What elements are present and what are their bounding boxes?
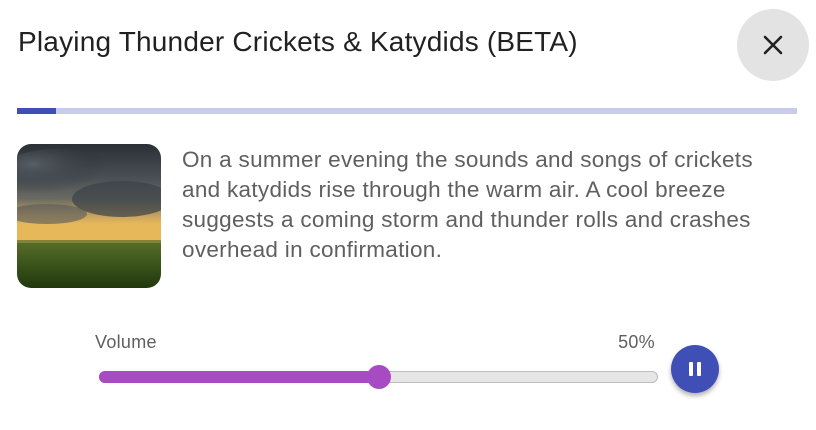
sound-player-dialog: Playing Thunder Crickets & Katydids (BET… (0, 0, 816, 430)
track-description: On a summer evening the sounds and songs… (182, 147, 753, 262)
close-icon (763, 35, 783, 55)
pause-icon (689, 362, 701, 376)
close-button[interactable] (737, 9, 809, 81)
playback-progress-fill (17, 108, 56, 114)
volume-slider-handle[interactable] (366, 365, 391, 389)
track-thumbnail (17, 144, 161, 288)
dialog-title: Playing Thunder Crickets & Katydids (BET… (18, 26, 578, 57)
playback-progress-bar (17, 108, 797, 114)
volume-slider[interactable] (99, 365, 658, 389)
volume-slider-fill (99, 371, 379, 383)
volume-label: Volume (95, 332, 157, 352)
pause-button[interactable] (671, 345, 719, 393)
volume-value: 50% (618, 332, 655, 352)
